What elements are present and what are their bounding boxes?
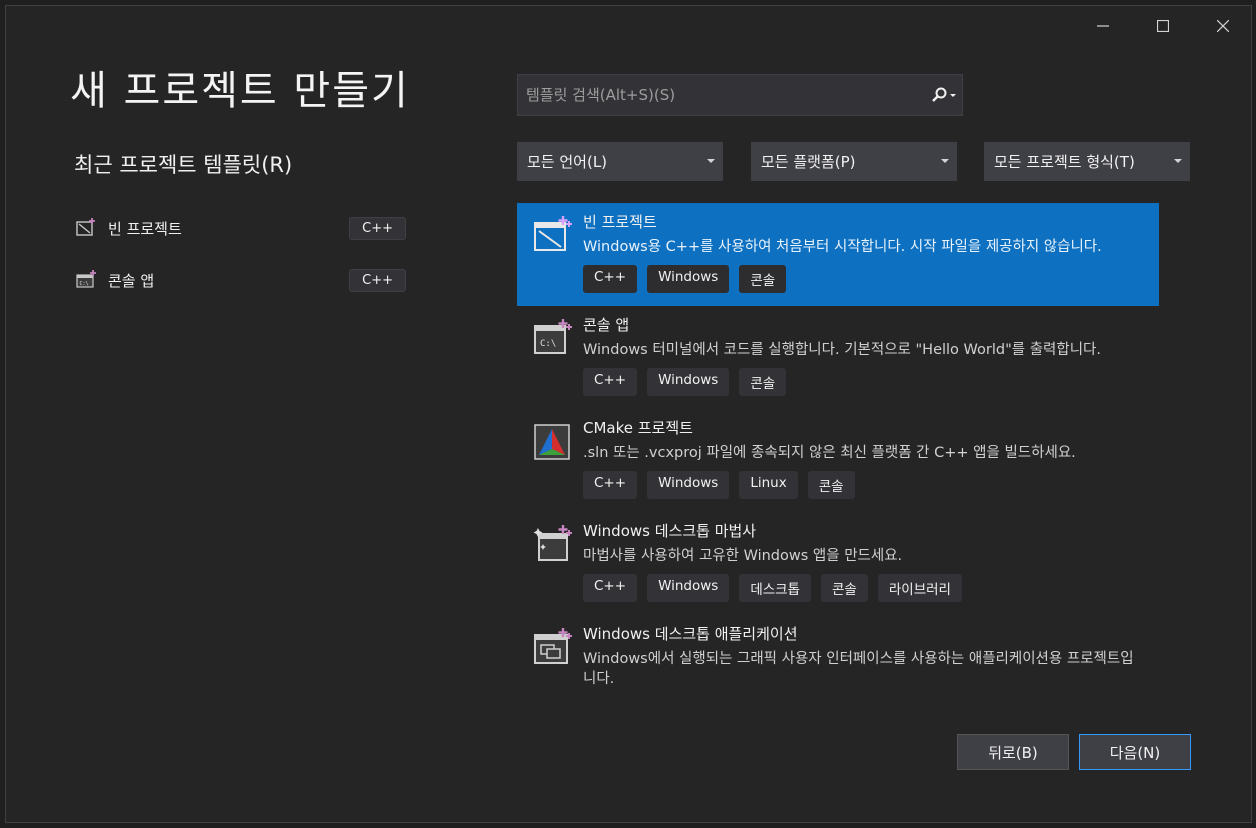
tag: 콘솔	[807, 471, 855, 499]
chevron-down-icon	[1166, 159, 1190, 164]
empty-project-icon	[76, 218, 95, 236]
cmake-icon	[534, 424, 570, 460]
template-name: 빈 프로젝트	[583, 213, 657, 231]
dropdown-label: 모든 플랫폼(P)	[761, 153, 856, 171]
recent-templates-heading: 최근 프로젝트 템플릿(R)	[74, 153, 293, 177]
close-icon	[1217, 20, 1229, 32]
template-list: 빈 프로젝트 Windows용 C++를 사용하여 처음부터 시작합니다. 시작…	[517, 203, 1159, 703]
console-app-icon: C:\	[76, 270, 96, 288]
close-button[interactable]	[1193, 6, 1253, 46]
template-description: 마법사를 사용하여 고유한 Windows 앱을 만드세요.	[583, 548, 903, 564]
recent-item-tag: C++	[349, 216, 406, 240]
tag: 콘솔	[821, 574, 868, 602]
svg-text:C:\: C:\	[540, 339, 556, 349]
template-item-desktop-application[interactable]: Windows 데스크톱 애플리케이션 Windows에서 실행되는 그래픽 사…	[517, 615, 1159, 703]
recent-item-console-app[interactable]: C:\ 콘솔 앱 C++	[74, 266, 406, 294]
tag: Windows	[647, 574, 730, 602]
maximize-icon	[1157, 20, 1169, 32]
dropdown-label: 모든 프로젝트 형식(T)	[994, 153, 1135, 171]
template-description: Windows 터미널에서 코드를 실행합니다. 기본적으로 "Hello Wo…	[583, 342, 1102, 358]
tag: 데스크톱	[739, 574, 812, 602]
template-item-cmake-project[interactable]: CMake 프로젝트 .sln 또는 .vcxproj 파일에 종속되지 않은 …	[517, 409, 1159, 512]
dialog-window: 새 프로젝트 만들기 최근 프로젝트 템플릿(R) 빈 프로젝트 C++ C:\…	[5, 5, 1252, 823]
minimize-button[interactable]	[1073, 6, 1133, 46]
next-button[interactable]: 다음(N)	[1079, 734, 1191, 770]
tag: C++	[583, 574, 638, 602]
template-item-desktop-wizard[interactable]: Windows 데스크톱 마법사 마법사를 사용하여 고유한 Windows 앱…	[517, 512, 1159, 615]
tag: 콘솔	[739, 265, 787, 293]
desktop-wizard-icon	[533, 525, 572, 561]
template-search[interactable]	[517, 74, 963, 116]
recent-item-label: 콘솔 앱	[108, 271, 155, 290]
tag: C++	[583, 471, 638, 499]
platform-filter-dropdown[interactable]: 모든 플랫폼(P)	[751, 142, 957, 181]
template-name: CMake 프로젝트	[583, 419, 693, 437]
maximize-button[interactable]	[1133, 6, 1193, 46]
chevron-down-icon	[699, 159, 723, 164]
minimize-icon	[1097, 25, 1109, 27]
template-name: Windows 데스크톱 애플리케이션	[583, 625, 798, 643]
chevron-down-icon	[933, 159, 957, 164]
project-type-filter-dropdown[interactable]: 모든 프로젝트 형식(T)	[984, 142, 1190, 181]
tag: 콘솔	[739, 368, 787, 396]
tag: Linux	[739, 471, 798, 499]
empty-project-icon	[534, 216, 572, 251]
recent-item-tag: C++	[349, 268, 406, 292]
page-title: 새 프로젝트 만들기	[70, 68, 410, 114]
search-input[interactable]	[518, 85, 922, 105]
template-description: Windows용 C++를 사용하여 처음부터 시작합니다. 시작 파일을 제공…	[583, 239, 1102, 255]
search-icon	[932, 87, 956, 102]
svg-text:C:\: C:\	[80, 281, 89, 287]
tag: 라이브러리	[877, 574, 962, 602]
template-name: Windows 데스크톱 마법사	[583, 522, 757, 540]
template-item-console-app[interactable]: C:\ 콘솔 앱 Windows 터미널에서 코드를 실행합니다. 기본적으로 …	[517, 306, 1159, 409]
template-tags: C++ Windows 콘솔	[583, 368, 1159, 396]
recent-item-label: 빈 프로젝트	[108, 219, 182, 238]
desktop-app-icon	[534, 628, 572, 664]
tag: Windows	[647, 368, 730, 396]
template-tags: C++ Windows Linux 콘솔	[583, 471, 1159, 499]
template-description: .sln 또는 .vcxproj 파일에 종속되지 않은 최신 플랫폼 간 C+…	[583, 445, 1076, 461]
tag: C++	[583, 265, 638, 293]
template-tags: C++ Windows 데스크톱 콘솔 라이브러리	[583, 574, 1159, 602]
back-button[interactable]: 뒤로(B)	[957, 734, 1069, 770]
tag: C++	[583, 368, 638, 396]
language-filter-dropdown[interactable]: 모든 언어(L)	[517, 142, 723, 181]
tag: Windows	[647, 471, 730, 499]
console-app-icon: C:\	[534, 319, 572, 354]
template-name: 콘솔 앱	[583, 316, 630, 334]
template-description: Windows에서 실행되는 그래픽 사용자 인터페이스를 사용하는 애플리케이…	[583, 651, 1134, 687]
recent-item-empty-project[interactable]: 빈 프로젝트 C++	[74, 214, 406, 242]
dropdown-label: 모든 언어(L)	[527, 153, 608, 171]
template-item-empty-project[interactable]: 빈 프로젝트 Windows용 C++를 사용하여 처음부터 시작합니다. 시작…	[517, 203, 1159, 306]
tag: Windows	[647, 265, 730, 293]
search-dropdown-button[interactable]	[922, 75, 962, 115]
template-tags: C++ Windows 콘솔	[583, 265, 1159, 293]
